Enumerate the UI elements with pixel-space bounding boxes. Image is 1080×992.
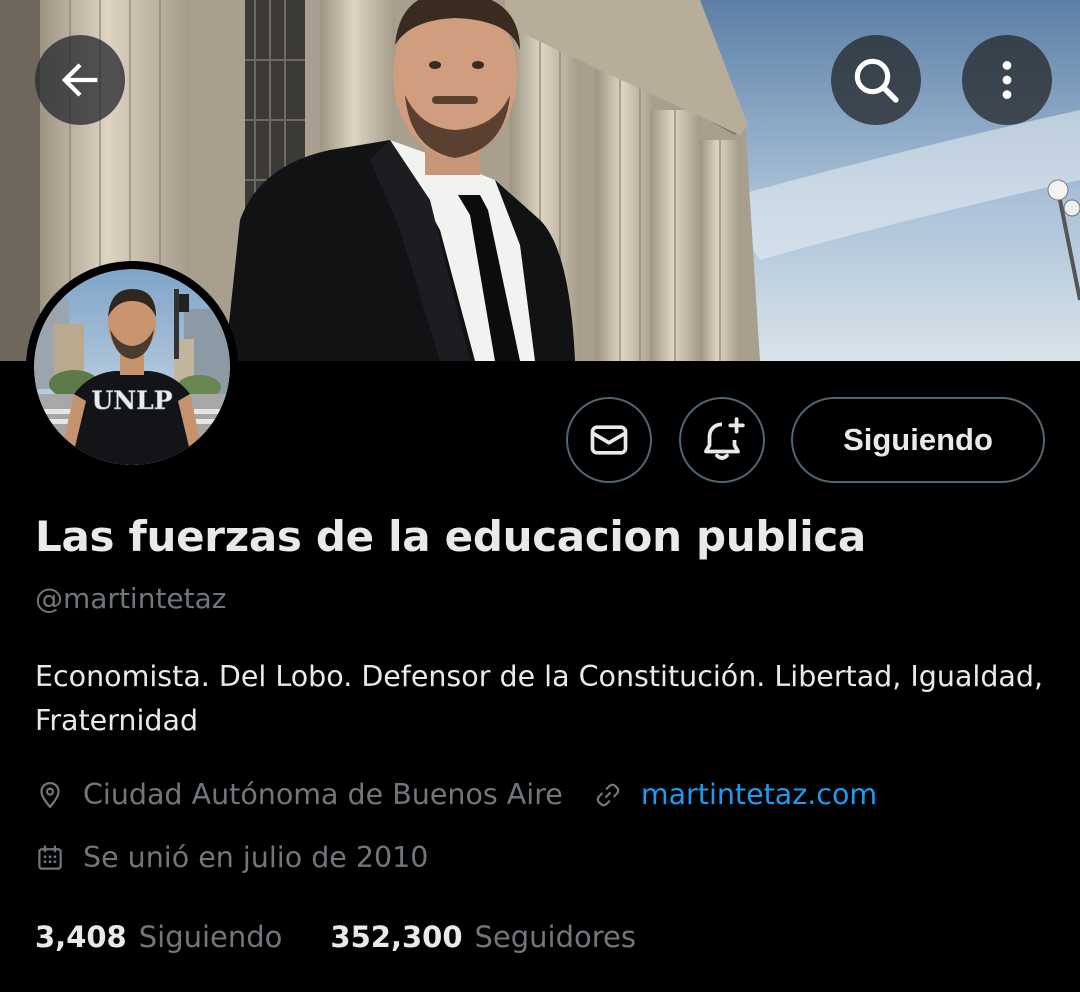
followers-label: Seguidores <box>474 920 636 954</box>
bell-plus-icon <box>704 417 745 460</box>
search-button[interactable] <box>831 35 921 125</box>
more-vertical-icon <box>1002 61 1012 99</box>
link-icon <box>593 780 623 810</box>
avatar[interactable]: UNLP <box>26 261 238 473</box>
following-label: Siguiendo <box>138 920 283 954</box>
location-pin-icon <box>35 780 65 810</box>
message-button[interactable] <box>566 397 652 483</box>
arrow-left-icon <box>61 63 98 97</box>
followers-count: 352,300 <box>330 920 463 954</box>
website-link[interactable]: martintetaz.com <box>641 778 877 811</box>
search-icon <box>854 58 899 103</box>
back-button[interactable] <box>35 35 125 125</box>
joined-row: Se unió en julio de 2010 <box>35 841 428 874</box>
joined-date-text: Se unió en julio de 2010 <box>83 841 429 874</box>
user-handle: @martintetaz <box>35 582 227 615</box>
follow-stats: 3,408 Siguiendo 352,300 Seguidores <box>35 920 636 954</box>
following-button[interactable]: Siguiendo <box>791 397 1045 483</box>
avatar-photo: UNLP <box>34 269 230 465</box>
following-stat[interactable]: 3,408 Siguiendo <box>35 920 282 954</box>
following-count: 3,408 <box>35 920 127 954</box>
location-text: Ciudad Autónoma de Buenos Aire <box>83 778 563 811</box>
shirt-text: UNLP <box>91 386 172 415</box>
bio: Economista. Del Lobo. Defensor de la Con… <box>35 660 1044 737</box>
display-name: Las fuerzas de la educacion publica <box>35 512 866 561</box>
more-options-button[interactable] <box>962 35 1052 125</box>
profile-page: UNLP Siguiendo Las fuerzas de la educaci… <box>0 0 1080 992</box>
calendar-icon <box>35 843 65 873</box>
location-row: Ciudad Autónoma de Buenos Aire martintet… <box>35 778 877 811</box>
envelope-icon <box>590 425 628 455</box>
notifications-button[interactable] <box>679 397 765 483</box>
followers-stat[interactable]: 352,300 Seguidores <box>330 920 636 954</box>
